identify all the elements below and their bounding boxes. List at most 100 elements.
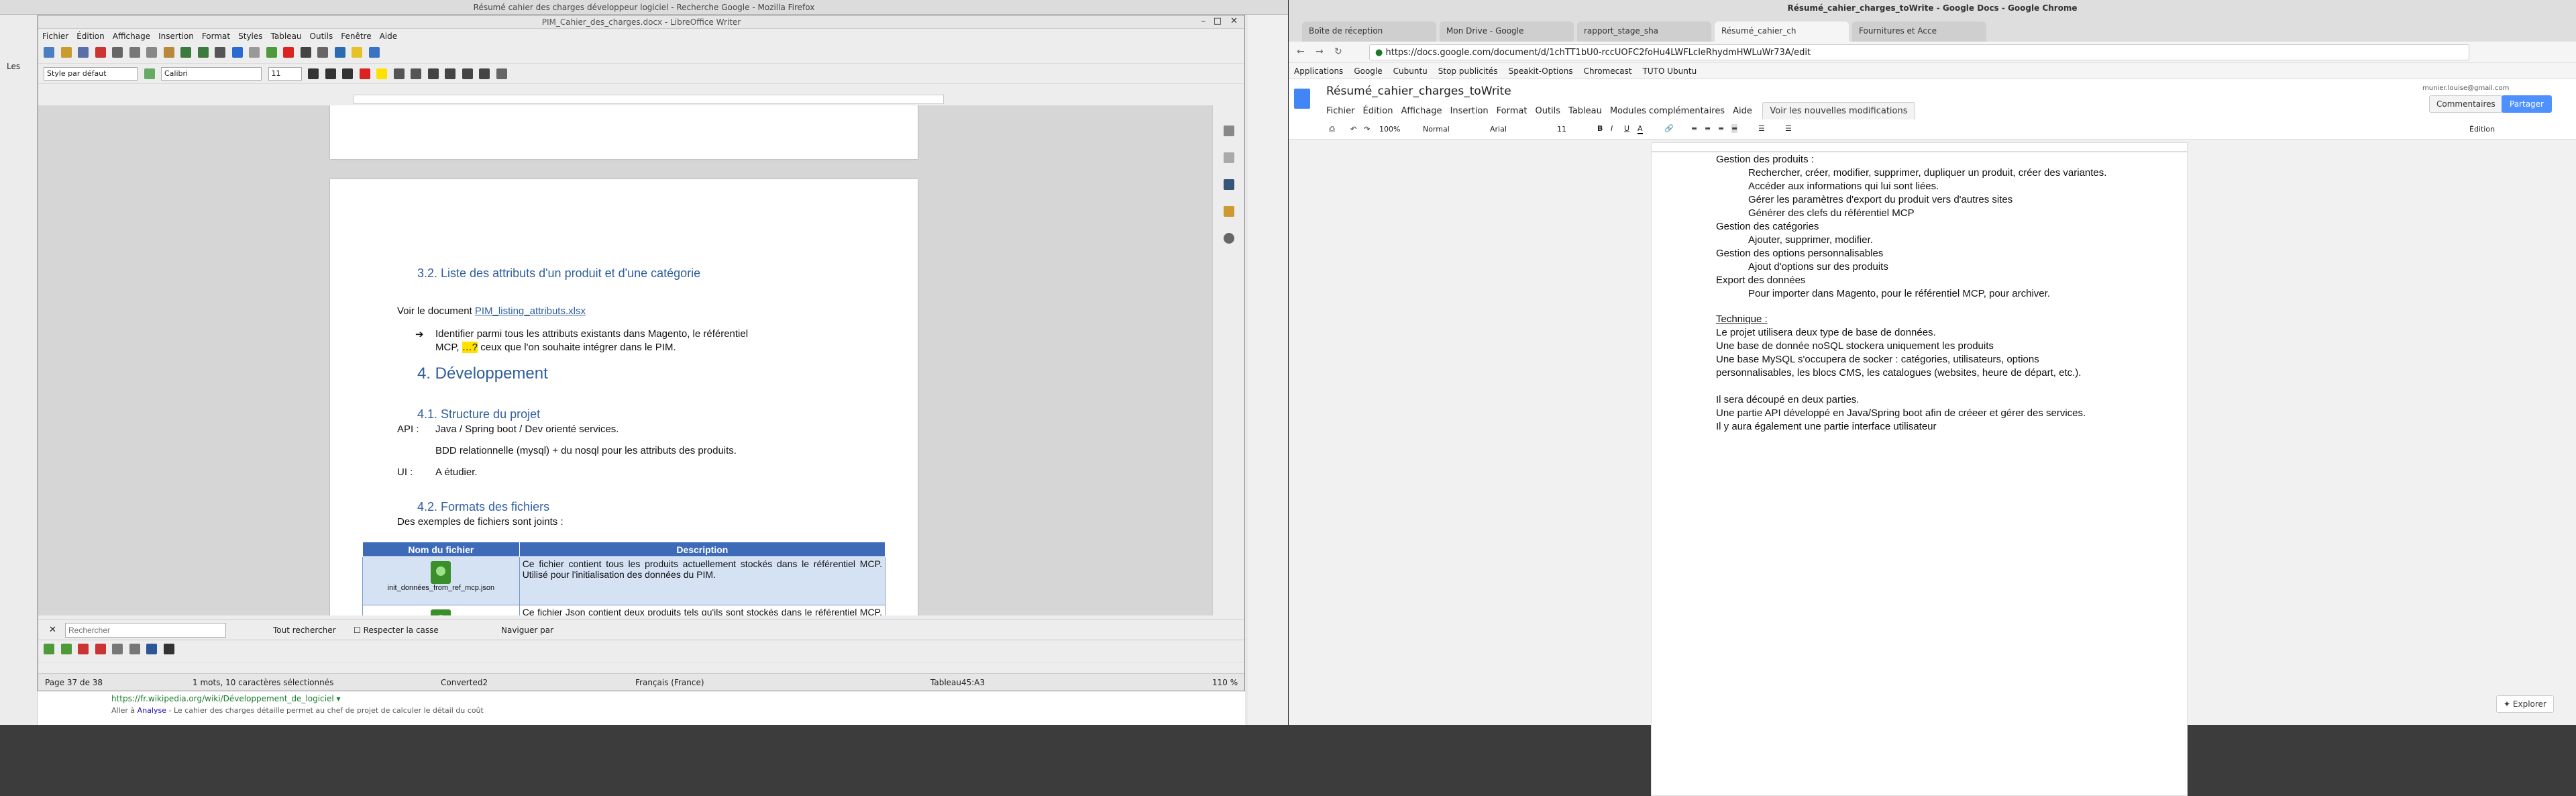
spellcheck-icon[interactable] <box>231 47 243 58</box>
paste-icon[interactable] <box>163 47 174 58</box>
italic-icon[interactable]: I <box>1611 124 1613 133</box>
bookmark-stop-pubs[interactable]: Stop publicités <box>1433 63 1503 79</box>
table-icon[interactable] <box>249 47 260 58</box>
print-icon[interactable] <box>112 47 123 58</box>
status-words[interactable]: 1 mots, 10 caractères sélectionnés <box>193 678 333 687</box>
bookmark-applications[interactable]: Applications <box>1289 63 1348 79</box>
font-name-select[interactable]: Calibri <box>161 67 262 81</box>
text-color-icon[interactable]: A <box>1638 124 1643 134</box>
textbox-icon[interactable] <box>300 47 311 58</box>
gmenu-format[interactable]: Format <box>1497 106 1527 116</box>
image-icon[interactable] <box>266 47 277 58</box>
tab-resume-active[interactable]: Résumé_cahier_ch <box>1715 21 1849 42</box>
tab-fournitures[interactable]: Fournitures et Acce <box>1852 21 1986 42</box>
styles-icon[interactable] <box>1224 152 1234 163</box>
gdocs-ruler[interactable] <box>1651 142 2188 152</box>
new-icon[interactable] <box>44 47 54 58</box>
align-right-icon[interactable] <box>462 68 473 79</box>
editing-mode-select[interactable]: Édition <box>2469 125 2495 134</box>
bullets-icon[interactable] <box>393 68 405 79</box>
bookmark-google[interactable]: Google <box>1348 63 1387 79</box>
highlight-icon[interactable] <box>376 68 387 79</box>
justify-icon[interactable]: ≡ <box>1731 124 1738 133</box>
align-left-icon[interactable]: ≡ <box>1691 124 1697 133</box>
paragraph-style-select[interactable]: Style par défaut <box>44 67 138 81</box>
numbered-list-icon[interactable]: ☰ <box>1758 124 1765 133</box>
size-select[interactable]: 11 <box>1557 125 1566 134</box>
tab-gmail[interactable]: Boîte de réception <box>1302 21 1436 42</box>
underline-icon[interactable]: U <box>1624 124 1629 133</box>
forward-icon[interactable]: → <box>1316 46 1324 57</box>
bookmark-chromecast[interactable]: Chromecast <box>1578 63 1638 79</box>
menu-tableau[interactable]: Tableau <box>267 29 306 44</box>
comment-icon[interactable] <box>352 47 362 58</box>
find-input[interactable] <box>65 623 226 638</box>
menu-outils[interactable]: Outils <box>306 29 337 44</box>
special-char-icon[interactable] <box>317 47 328 58</box>
gmenu-affichage[interactable]: Affichage <box>1401 106 1442 116</box>
voir-link[interactable]: PIM_listing_attributs.xlsx <box>475 305 586 317</box>
undo-icon[interactable] <box>180 47 191 58</box>
docs-logo-icon[interactable] <box>1294 89 1310 109</box>
new-modifications-button[interactable]: Voir les nouvelles modifications <box>1762 102 1915 120</box>
bookmark-speakit[interactable]: Speakit-Options <box>1503 63 1578 79</box>
gallery-icon[interactable] <box>1224 179 1234 190</box>
properties-icon[interactable] <box>1224 126 1234 136</box>
underline-icon[interactable] <box>342 68 353 79</box>
bold-icon[interactable] <box>308 68 319 79</box>
menu-fenetre[interactable]: Fenêtre <box>337 29 375 44</box>
align-center-icon[interactable]: ≡ <box>1705 124 1711 133</box>
delete-row-icon[interactable] <box>78 644 89 654</box>
result-crumb-link[interactable]: Analyse <box>138 706 166 715</box>
pdf-export-icon[interactable] <box>95 47 106 58</box>
find-all-button[interactable]: Tout rechercher <box>273 626 336 635</box>
font-color-icon[interactable] <box>359 68 370 79</box>
maximize-icon[interactable]: □ <box>1214 16 1222 26</box>
status-zoom[interactable]: 110 % <box>1212 678 1238 687</box>
bookmark-tuto-ubuntu[interactable]: TUTO Ubuntu <box>1638 63 1703 79</box>
chart-icon[interactable] <box>283 47 294 58</box>
menu-format[interactable]: Format <box>198 29 234 44</box>
gmenu-modules[interactable]: Modules complémentaires <box>1610 106 1725 116</box>
json-file-icon[interactable] <box>431 561 451 584</box>
hyperlink-icon[interactable] <box>334 47 345 58</box>
menu-affichage[interactable]: Affichage <box>109 29 154 44</box>
split-cells-icon[interactable] <box>129 644 140 654</box>
gdocs-page[interactable]: Gestion des produits : Rechercher, créer… <box>1651 152 2188 796</box>
bookmark-cubuntu[interactable]: Cubuntu <box>1388 63 1433 79</box>
merge-cells-icon[interactable] <box>112 644 123 654</box>
json-file-icon[interactable] <box>431 609 451 615</box>
tab-drive[interactable]: Mon Drive - Google <box>1440 21 1574 42</box>
table-row[interactable]: Ce fichier Json contient deux produits t… <box>362 605 886 615</box>
reload-icon[interactable]: ↻ <box>1334 46 1342 57</box>
gmenu-insertion[interactable]: Insertion <box>1450 106 1489 116</box>
comments-button[interactable]: Commentaires <box>2429 95 2503 113</box>
update-style-icon[interactable] <box>144 68 155 79</box>
bulleted-list-icon[interactable]: ☰ <box>1785 124 1792 133</box>
menu-edition[interactable]: Édition <box>72 29 109 44</box>
line-spacing-icon[interactable] <box>496 68 507 79</box>
insert-col-icon[interactable] <box>60 644 72 654</box>
doc-title[interactable]: Résumé_cahier_charges_toWrite <box>1326 85 1511 98</box>
menu-styles[interactable]: Styles <box>234 29 266 44</box>
tab-rapport[interactable]: rapport_stage_sha <box>1577 21 1711 42</box>
redo-icon[interactable] <box>197 47 209 58</box>
align-center-icon[interactable] <box>445 68 455 79</box>
font-size-select[interactable]: 11 <box>268 67 302 81</box>
share-button[interactable]: Partager <box>2502 95 2552 113</box>
gmenu-fichier[interactable]: Fichier <box>1326 106 1355 116</box>
navigate-by[interactable]: Naviguer par <box>501 626 553 635</box>
cut-icon[interactable] <box>129 47 140 58</box>
sum-icon[interactable] <box>163 644 174 654</box>
align-right-icon[interactable]: ≡ <box>1718 124 1724 133</box>
delete-col-icon[interactable] <box>95 644 106 654</box>
menu-fichier[interactable]: Fichier <box>38 29 72 44</box>
match-case-checkbox[interactable]: ☐ Respecter la casse <box>354 626 439 635</box>
result-url[interactable]: https://fr.wikipedia.org/wiki/Développem… <box>111 694 341 703</box>
address-bar[interactable]: ● https://docs.google.com/document/d/1ch… <box>1369 44 2469 60</box>
style-select[interactable]: Normal <box>1423 125 1450 134</box>
print-icon[interactable]: ⎙ <box>1329 125 1335 134</box>
insert-row-icon[interactable] <box>44 644 54 654</box>
compass-icon[interactable] <box>1224 233 1234 244</box>
status-language[interactable]: Français (France) <box>635 678 704 687</box>
